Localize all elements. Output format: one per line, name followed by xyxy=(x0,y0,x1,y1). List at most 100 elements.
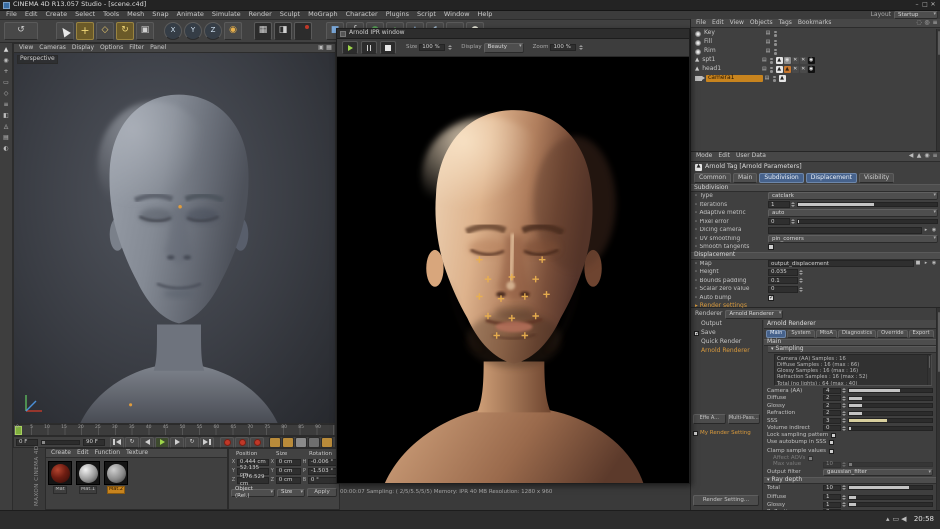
ipr-canvas[interactable] xyxy=(337,57,689,483)
material-menu-item[interactable]: Texture xyxy=(123,450,151,457)
size-z-field[interactable]: 0 cm xyxy=(276,477,301,484)
rotate-tool[interactable]: ↻ xyxy=(116,22,134,40)
object-menu-item[interactable]: View xyxy=(727,20,747,27)
coord-size-select[interactable]: Size xyxy=(277,489,305,497)
glossy-field[interactable]: 2 xyxy=(823,403,841,409)
tab-rs-system[interactable]: System xyxy=(787,330,814,338)
material-label[interactable]: Mat xyxy=(53,486,66,494)
sss-slider[interactable] xyxy=(848,418,933,423)
diffuse-slider[interactable] xyxy=(848,396,933,401)
tab-main[interactable]: Main xyxy=(733,173,757,184)
arnold-tag-icon[interactable]: ▲ xyxy=(776,57,783,64)
scalar-zero-stepper[interactable] xyxy=(799,287,803,292)
sss-field[interactable]: 3 xyxy=(823,418,841,424)
pixel-error-field[interactable]: 0 xyxy=(768,218,790,225)
menu-item[interactable]: Help xyxy=(474,11,497,18)
camera-aa-field[interactable]: 4 xyxy=(823,388,841,394)
refraction-field[interactable]: 2 xyxy=(823,410,841,416)
palette-tool-icon[interactable]: ◧ xyxy=(2,112,10,120)
autokey-button[interactable] xyxy=(235,437,249,448)
tab-rs-export[interactable]: Export xyxy=(909,330,934,338)
key-parameter-toggle[interactable] xyxy=(308,437,320,448)
layer-icon[interactable]: ▤ xyxy=(760,57,768,65)
rotation-b-field[interactable]: 0 ° xyxy=(308,477,337,484)
render-settings-scrollbar[interactable] xyxy=(936,308,940,510)
menu-item[interactable]: Snap xyxy=(148,11,172,18)
dicing-camera-field[interactable] xyxy=(768,227,922,234)
material-label-selected[interactable]: Mat.2 xyxy=(107,486,125,494)
size-x-field[interactable]: 0 cm xyxy=(276,459,301,466)
shader-picker-icon[interactable]: ▸ xyxy=(922,260,930,268)
object-menu-item[interactable]: Tags xyxy=(776,20,795,27)
viewport-menu-item[interactable]: View xyxy=(16,45,36,52)
scalar-zero-field[interactable]: 0 xyxy=(768,286,798,293)
search-icon[interactable]: ◌ xyxy=(915,19,923,27)
camera-aa-slider[interactable] xyxy=(848,388,933,393)
eyedropper-icon[interactable]: ◉ xyxy=(930,260,938,268)
effect-button[interactable]: Effe A... xyxy=(693,414,726,424)
menu-item[interactable]: Create xyxy=(41,11,71,18)
viewport-layout-icon[interactable]: ▦ xyxy=(325,44,333,52)
panel-menu-icon[interactable]: ≡ xyxy=(931,153,939,161)
viewport-label[interactable]: Perspective xyxy=(17,55,58,64)
ipr-size-field[interactable]: 100 % xyxy=(419,44,445,51)
iterations-field[interactable]: 1 xyxy=(768,201,790,208)
object-row[interactable]: ▲ head1 ▤ ▲ ▲ ✕ ✕ ◉ xyxy=(691,65,940,74)
object-row-selected[interactable]: camera1 ▤ ▲ xyxy=(691,74,940,83)
menu-item[interactable]: Render xyxy=(245,11,276,18)
object-row[interactable]: Rim ▤ xyxy=(691,47,940,56)
object-row[interactable]: Fill ▤ xyxy=(691,38,940,47)
maximize-icon[interactable]: □ xyxy=(921,1,929,9)
refraction-slider[interactable] xyxy=(848,411,933,416)
object-menu-item[interactable]: File xyxy=(693,20,709,27)
glossy-stepper[interactable] xyxy=(842,403,846,408)
live-selection-tool[interactable] xyxy=(56,22,74,40)
rs-sampling-header[interactable]: ▾Sampling xyxy=(768,346,936,353)
material-label[interactable]: Mat.1 xyxy=(79,486,97,494)
visibility-dots[interactable] xyxy=(774,40,777,46)
tab-rs-diagnostics[interactable]: Diagnostics xyxy=(838,330,876,338)
viewport-menu-item[interactable]: Cameras xyxy=(36,45,69,52)
menu-item[interactable]: Simulate xyxy=(208,11,245,18)
bounds-padding-stepper[interactable] xyxy=(799,278,803,283)
pixel-error-slider[interactable] xyxy=(797,219,938,224)
menu-item[interactable]: Mesh xyxy=(123,11,148,18)
smooth-tangents-checkbox[interactable] xyxy=(768,244,774,250)
disp-map-field[interactable]: output_displacement xyxy=(768,260,914,267)
object-menu-item[interactable]: Edit xyxy=(709,20,727,27)
ipr-stop-button[interactable] xyxy=(380,41,396,54)
menu-item[interactable]: Character xyxy=(342,11,382,18)
tab-displacement[interactable]: Displacement xyxy=(806,173,857,184)
loop-button[interactable]: ↻ xyxy=(185,437,199,448)
goto-end-button[interactable] xyxy=(200,437,214,448)
ray-diffuse-slider[interactable] xyxy=(848,495,933,500)
tab-rs-mtoa[interactable]: MtoA xyxy=(816,330,837,338)
volume-indirect-stepper[interactable] xyxy=(842,426,846,431)
max-value-field[interactable]: 10 xyxy=(823,462,841,468)
texture-tag-icon[interactable]: ◉ xyxy=(808,57,815,64)
palette-tool-icon[interactable]: ▲ xyxy=(2,46,10,54)
uv-smoothing-select[interactable]: pin_corners xyxy=(768,235,938,243)
renderer-select[interactable]: Arnold Renderer xyxy=(725,310,783,319)
layer-icon[interactable]: ▤ xyxy=(763,75,771,83)
save-enabled-checkbox[interactable] xyxy=(694,331,699,336)
output-filter-select[interactable]: gaussian_filter xyxy=(823,469,933,476)
visibility-dots[interactable] xyxy=(774,31,777,37)
menu-item[interactable]: Sculpt xyxy=(276,11,304,18)
render-view-button[interactable]: ▦ xyxy=(254,22,272,40)
key-pla-toggle[interactable] xyxy=(321,437,333,448)
lock-icon[interactable]: ◉ xyxy=(923,153,931,161)
ipr-play-button[interactable] xyxy=(342,41,358,54)
end-frame-field[interactable]: 90 F xyxy=(83,439,105,446)
viewport-menu-item[interactable]: Display xyxy=(69,45,97,52)
iterations-slider[interactable] xyxy=(797,202,938,207)
key-rotation-toggle[interactable] xyxy=(295,437,307,448)
object-menu-item[interactable]: Objects xyxy=(747,20,776,27)
uvw-tag-icon[interactable]: ✕ xyxy=(792,57,799,64)
palette-tool-icon[interactable]: ◐ xyxy=(2,145,10,153)
arnold-tag-icon[interactable]: ▲ xyxy=(779,75,786,82)
shader-preview-chip[interactable]: ■ xyxy=(914,260,922,268)
viewport-maximize-icon[interactable]: ▣ xyxy=(317,44,325,52)
move-tool[interactable]: + xyxy=(76,22,94,40)
material-menu-item[interactable]: Create xyxy=(48,450,74,457)
